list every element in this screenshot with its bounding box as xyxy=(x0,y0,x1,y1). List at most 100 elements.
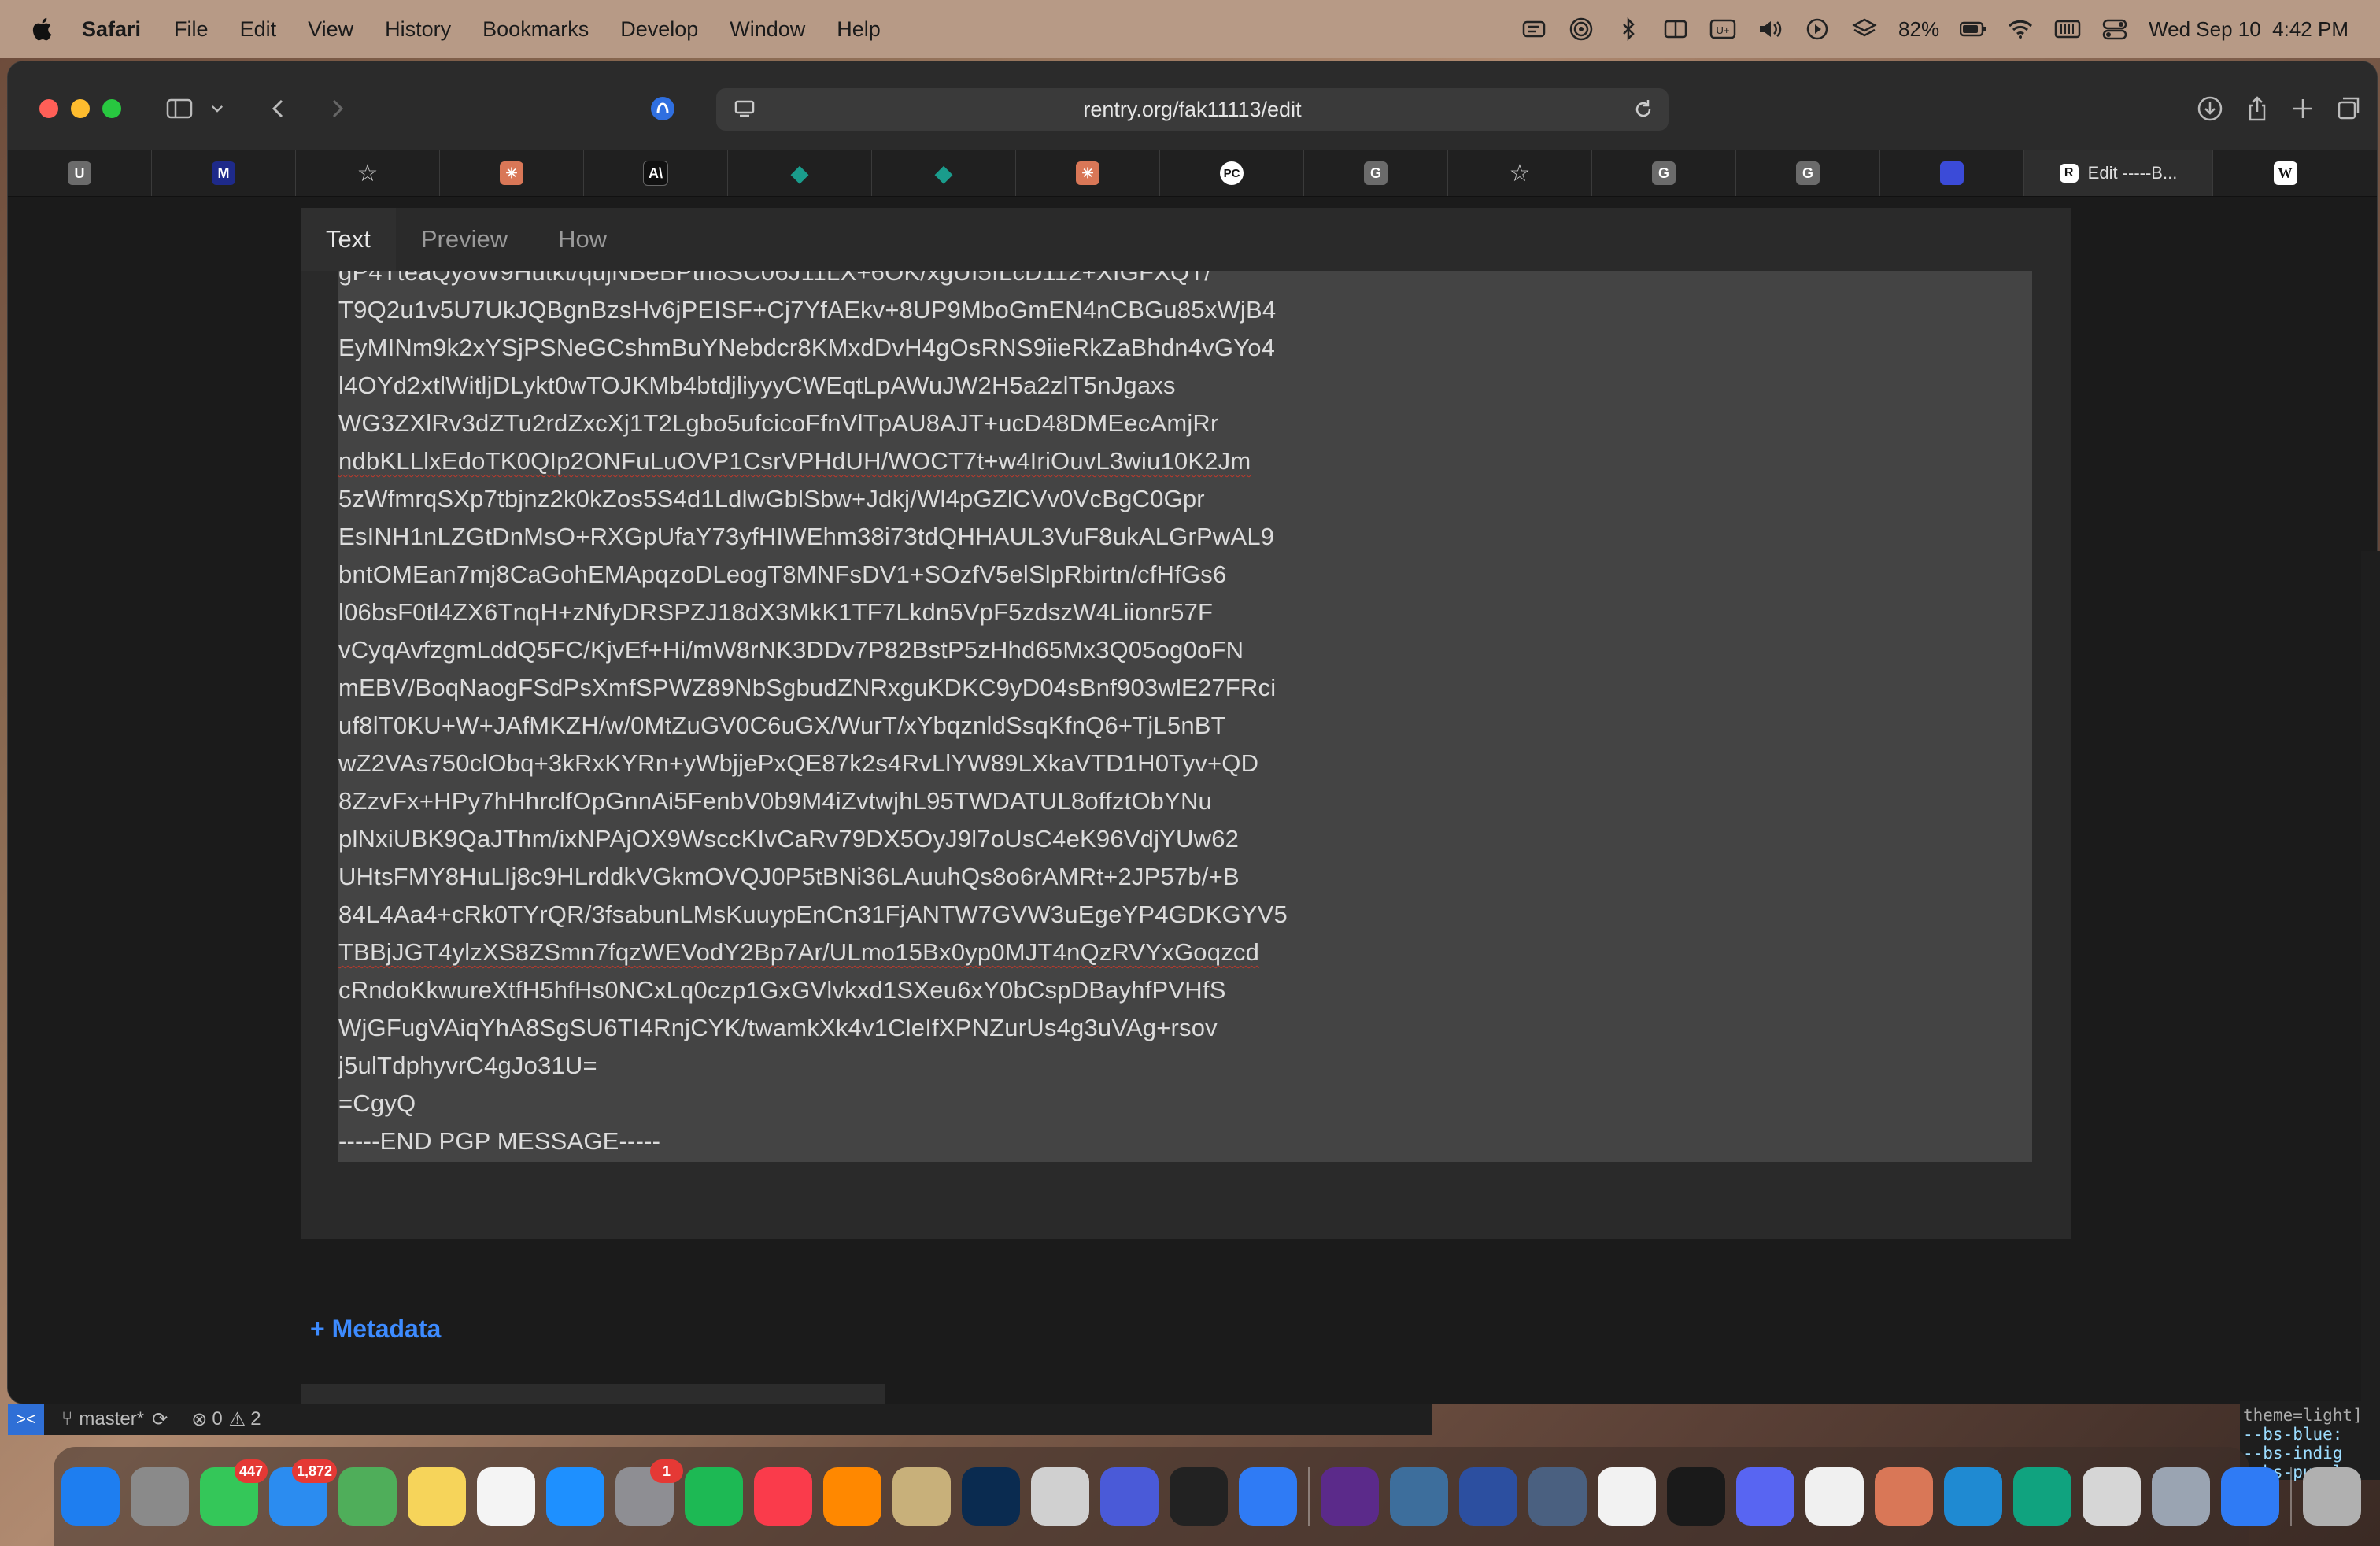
tab-13[interactable]: G xyxy=(1736,150,1880,196)
claude-icon[interactable] xyxy=(1875,1467,1933,1526)
wifi-icon[interactable] xyxy=(2007,17,2034,41)
menu-bookmarks[interactable]: Bookmarks xyxy=(482,17,589,42)
chevron-down-icon[interactable] xyxy=(206,91,228,126)
tab-how[interactable]: How xyxy=(533,208,632,271)
safari-2-icon[interactable] xyxy=(2221,1467,2279,1526)
menu-edit[interactable]: Edit xyxy=(240,17,277,42)
photos-icon[interactable] xyxy=(477,1467,535,1526)
finder-icon[interactable] xyxy=(61,1467,120,1526)
clock[interactable]: Wed Sep 10 4:42 PM xyxy=(2149,17,2349,42)
warning-count[interactable]: 2 xyxy=(250,1408,261,1430)
tab-14[interactable] xyxy=(1880,150,2024,196)
input-source-icon[interactable]: U+ xyxy=(1709,17,1736,41)
now-playing-icon[interactable] xyxy=(1804,17,1831,41)
tab-9[interactable]: PC xyxy=(1160,150,1304,196)
menu-history[interactable]: History xyxy=(385,17,451,42)
ai-icon[interactable] xyxy=(1521,17,1547,41)
zoom-window-button[interactable] xyxy=(102,99,121,118)
tab-wikipedia[interactable]: W xyxy=(2213,150,2357,196)
ollama-icon[interactable] xyxy=(1598,1467,1656,1526)
discord-icon[interactable] xyxy=(1736,1467,1794,1526)
menu-window[interactable]: Window xyxy=(730,17,805,42)
tab-text[interactable]: Text xyxy=(301,208,396,271)
menu-file[interactable]: File xyxy=(174,17,209,42)
tab-12[interactable]: G xyxy=(1592,150,1736,196)
ivpn-icon[interactable] xyxy=(1170,1467,1228,1526)
vlc-icon[interactable] xyxy=(823,1467,881,1526)
electron-icon[interactable] xyxy=(1390,1467,1448,1526)
disk-util-icon[interactable] xyxy=(2082,1467,2141,1526)
tab-preview[interactable]: Preview xyxy=(396,208,533,271)
terminal-icon[interactable] xyxy=(1667,1467,1725,1526)
menu-view[interactable]: View xyxy=(308,17,353,42)
trash-icon[interactable] xyxy=(2303,1467,2361,1526)
sidebar-icon[interactable] xyxy=(162,91,197,126)
edit-code-input[interactable]: Enter edit code xyxy=(301,1384,885,1404)
photoshop-icon[interactable] xyxy=(962,1467,1020,1526)
tab-3[interactable]: ☆ xyxy=(296,150,440,196)
xcode-instruments-icon[interactable] xyxy=(1459,1467,1517,1526)
downloads-icon[interactable] xyxy=(2193,91,2227,126)
new-tab-icon[interactable] xyxy=(2286,91,2320,126)
tab-6[interactable]: ◆ xyxy=(728,150,872,196)
mail-icon[interactable]: 1,872 xyxy=(269,1459,337,1526)
textedit-icon[interactable] xyxy=(1805,1467,1864,1526)
volume-icon[interactable] xyxy=(1757,17,1783,41)
share-icon[interactable] xyxy=(2240,91,2275,126)
preview-icon[interactable] xyxy=(893,1467,951,1526)
tab-7[interactable]: ◆ xyxy=(872,150,1016,196)
notion-calendar-icon[interactable] xyxy=(1100,1467,1159,1526)
spellcheck-underline: TBBjJGT4ylzXS8ZSmn7fqzWEVodY2Bp7Ar/ULmo1… xyxy=(338,938,1260,966)
tab-overview-icon[interactable] xyxy=(2331,91,2366,126)
tab-10[interactable]: G xyxy=(1304,150,1448,196)
tab-1[interactable]: U xyxy=(8,150,152,196)
text-editor[interactable]: gP4TteaQy8W9Hutkt/qujNBeBPth8SC06J11LX+6… xyxy=(338,271,2032,1162)
migration-icon[interactable] xyxy=(1528,1467,1587,1526)
back-icon[interactable] xyxy=(261,91,296,126)
error-count[interactable]: 0 xyxy=(212,1408,222,1430)
tor-browser-icon[interactable] xyxy=(1321,1467,1379,1526)
bluetooth-icon[interactable] xyxy=(1615,17,1642,41)
sync-icon[interactable]: ⟳ xyxy=(152,1408,168,1431)
app-name[interactable]: Safari xyxy=(82,17,141,42)
remote-icon[interactable]: >< xyxy=(8,1404,44,1435)
system-settings-icon[interactable]: 1 xyxy=(615,1459,683,1526)
control-center-icon[interactable] xyxy=(2101,17,2128,41)
reload-icon[interactable] xyxy=(1626,92,1661,127)
url-text[interactable]: rentry.org/fak11113/edit xyxy=(1083,98,1301,122)
close-window-button[interactable] xyxy=(39,99,58,118)
messages-icon[interactable]: 447 xyxy=(200,1459,268,1526)
split-view-icon[interactable] xyxy=(1662,17,1689,41)
forward-icon[interactable] xyxy=(320,91,354,126)
tab-8[interactable]: ✳ xyxy=(1016,150,1160,196)
apple-icon[interactable] xyxy=(30,16,57,43)
layers-icon[interactable] xyxy=(1851,17,1878,41)
display-icon[interactable] xyxy=(2054,17,2081,41)
menu-help[interactable]: Help xyxy=(837,17,881,42)
app-store-icon[interactable] xyxy=(546,1467,604,1526)
address-bar[interactable]: rentry.org/fak11113/edit xyxy=(716,88,1669,131)
notes-icon[interactable] xyxy=(408,1467,466,1526)
metadata-link[interactable]: + Metadata xyxy=(310,1315,441,1344)
maps-icon[interactable] xyxy=(338,1467,397,1526)
spotify-icon[interactable] xyxy=(685,1467,743,1526)
tab-5[interactable]: A\ xyxy=(584,150,728,196)
tab-active-edit[interactable]: R Edit -----B... xyxy=(2024,150,2213,196)
vscode-icon[interactable] xyxy=(1944,1467,2002,1526)
safari-icon[interactable] xyxy=(1239,1467,1297,1526)
launchpad-icon[interactable] xyxy=(131,1467,189,1526)
tab-2[interactable]: M xyxy=(152,150,296,196)
page-settings-icon[interactable] xyxy=(727,92,762,127)
tab-4[interactable]: ✳ xyxy=(440,150,584,196)
menu-develop[interactable]: Develop xyxy=(620,17,698,42)
iphone-mirroring-icon[interactable] xyxy=(1031,1467,1089,1526)
downloads-icon[interactable] xyxy=(2152,1467,2210,1526)
minimize-window-button[interactable] xyxy=(71,99,90,118)
battery-icon[interactable] xyxy=(1960,17,1986,41)
privacy-extension-icon[interactable] xyxy=(645,91,680,126)
tab-11[interactable]: ☆ xyxy=(1448,150,1592,196)
news-icon[interactable] xyxy=(754,1467,812,1526)
chatgpt-icon[interactable] xyxy=(2013,1467,2071,1526)
branch-name[interactable]: master* xyxy=(79,1408,144,1430)
airdrop-icon[interactable] xyxy=(1568,17,1595,41)
